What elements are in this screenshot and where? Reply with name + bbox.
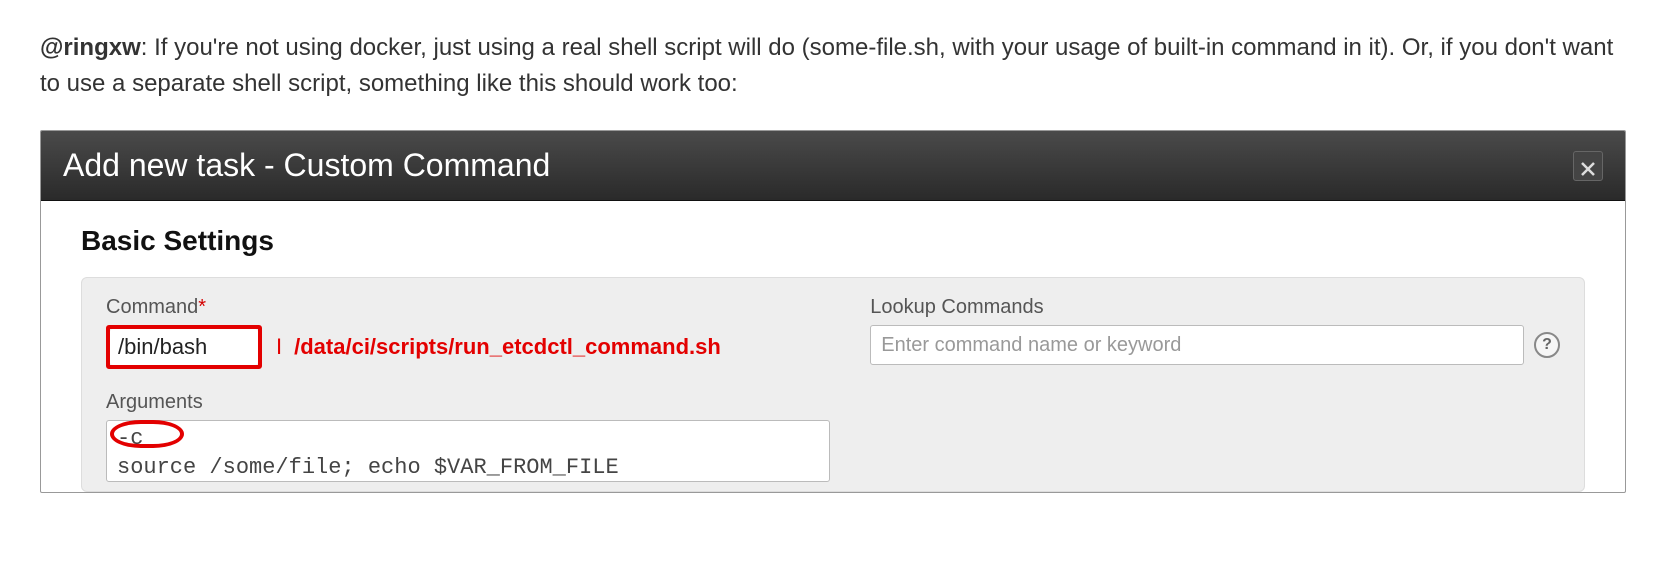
dialog-header: Add new task - Custom Command [41, 131, 1625, 201]
arguments-textarea[interactable] [106, 420, 830, 482]
comment-text: @ringxw: If you're not using docker, jus… [40, 30, 1626, 102]
question-mark-icon: ? [1542, 336, 1552, 354]
lookup-label: Lookup Commands [870, 296, 1560, 319]
section-title: Basic Settings [81, 225, 1585, 257]
left-column: Command* I/data/ci/scripts/run_etcdctl_c… [106, 296, 830, 487]
close-icon [1581, 147, 1595, 184]
command-label-text: Command [106, 296, 198, 318]
command-label: Command* [106, 296, 830, 319]
command-highlight-box [106, 325, 262, 369]
arguments-label: Arguments [106, 391, 830, 414]
help-icon[interactable]: ? [1534, 332, 1560, 358]
command-row: I/data/ci/scripts/run_etcdctl_command.sh [106, 325, 830, 369]
required-marker: * [198, 296, 206, 318]
dialog-body: Basic Settings Command* I/data/ci/script… [41, 201, 1625, 492]
command-input[interactable] [110, 329, 258, 365]
dialog-title: Add new task - Custom Command [63, 147, 550, 184]
right-column: Lookup Commands ? [870, 296, 1560, 487]
annotation-path: /data/ci/scripts/run_etcdctl_command.sh [294, 334, 721, 359]
arguments-wrap [106, 420, 830, 487]
annotation-prefix: I [276, 334, 282, 359]
lookup-row: ? [870, 325, 1560, 365]
comment-mention[interactable]: @ringxw [40, 34, 141, 61]
lookup-input[interactable] [870, 325, 1524, 365]
comment-body: : If you're not using docker, just using… [40, 34, 1613, 97]
settings-panel: Command* I/data/ci/scripts/run_etcdctl_c… [81, 277, 1585, 492]
command-annotation: I/data/ci/scripts/run_etcdctl_command.sh [276, 334, 721, 360]
close-button[interactable] [1573, 151, 1603, 181]
add-task-dialog: Add new task - Custom Command Basic Sett… [40, 130, 1626, 493]
